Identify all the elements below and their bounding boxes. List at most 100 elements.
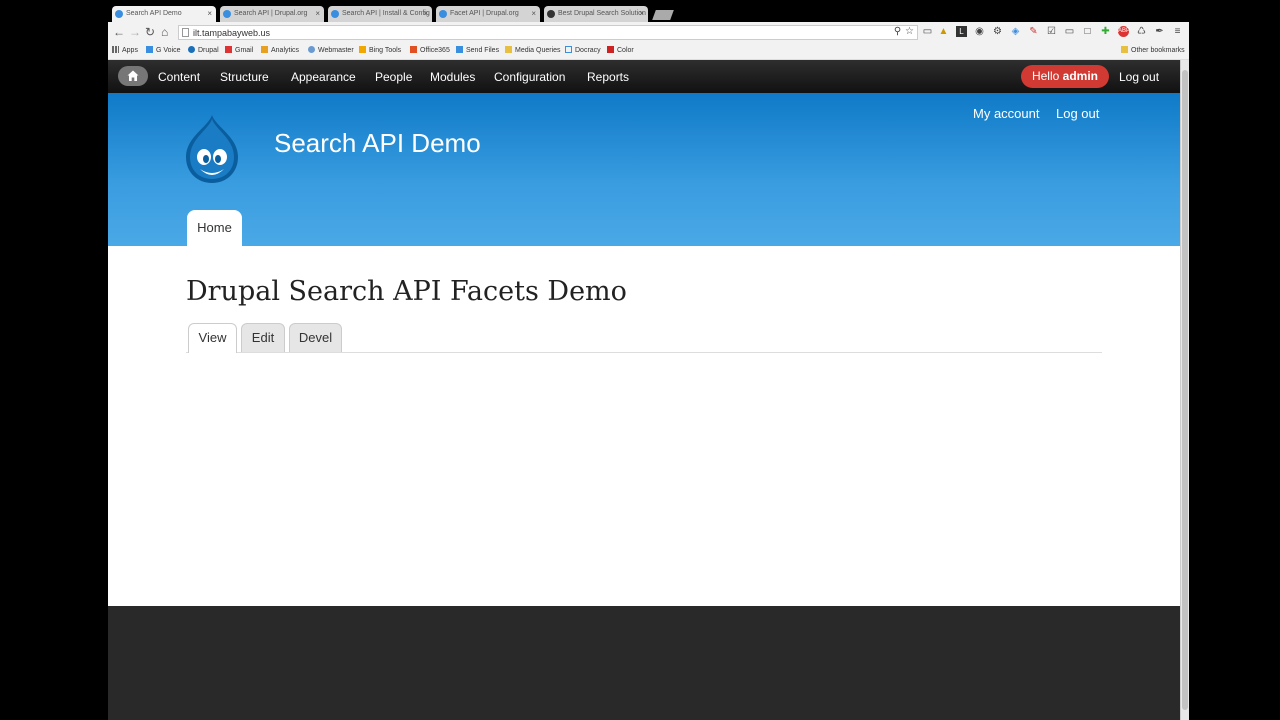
- home-icon: [127, 70, 139, 81]
- page-favicon-icon: [547, 10, 555, 18]
- drupal-logo[interactable]: [182, 113, 242, 185]
- close-icon[interactable]: ×: [315, 6, 320, 22]
- bookmark-label: Docracy: [575, 47, 601, 54]
- close-icon[interactable]: ×: [639, 6, 644, 22]
- menu-icon[interactable]: ≡: [1172, 26, 1183, 37]
- download-icon[interactable]: ▭: [922, 26, 933, 37]
- admin-menu-modules[interactable]: Modules: [430, 69, 475, 85]
- search-icon[interactable]: ⚲: [892, 26, 903, 37]
- tab-edit[interactable]: Edit: [241, 323, 285, 352]
- bookmark-item[interactable]: G Voice: [146, 46, 181, 56]
- bookmark-label: G Voice: [156, 47, 181, 54]
- bookmark-item[interactable]: Bing Tools: [359, 46, 401, 56]
- drupal-icon: [188, 46, 195, 53]
- site-footer: [108, 606, 1180, 720]
- admin-menu-configuration[interactable]: Configuration: [494, 69, 565, 85]
- admin-menu-structure[interactable]: Structure: [220, 69, 269, 85]
- bookmarks-bar: Apps G Voice Drupal Gmail Analytics Webm…: [108, 43, 1189, 60]
- browser-tab[interactable]: Search API | Install & Config ×: [328, 6, 432, 22]
- bookmark-label: Gmail: [235, 47, 254, 54]
- circle-extension-icon[interactable]: ◉: [974, 26, 985, 37]
- other-bookmarks-label: Other bookmarks: [1131, 47, 1185, 54]
- bookmark-item[interactable]: Analytics: [261, 46, 299, 56]
- bookmark-label: Apps: [122, 47, 138, 54]
- my-account-link[interactable]: My account: [973, 106, 1039, 121]
- hello-user-badge[interactable]: Hello admin: [1021, 65, 1109, 88]
- admin-logout-link[interactable]: Log out: [1119, 69, 1159, 85]
- drupal-favicon-icon: [439, 10, 447, 18]
- home-icon[interactable]: ⌂: [161, 25, 168, 39]
- bookmark-item[interactable]: Apps: [112, 46, 138, 56]
- tabs-divider: [186, 352, 1102, 353]
- admin-menu-content[interactable]: Content: [158, 69, 200, 85]
- admin-menu-reports[interactable]: Reports: [587, 69, 629, 85]
- browser-tab-strip: Search API Demo × Search API | Drupal.or…: [108, 0, 1189, 22]
- other-bookmarks[interactable]: Other bookmarks: [1121, 46, 1185, 56]
- bookmark-label: Analytics: [271, 47, 300, 54]
- browser-tab[interactable]: Search API Demo ×: [112, 6, 216, 22]
- bookmark-item[interactable]: Drupal: [188, 46, 219, 56]
- bookmark-item[interactable]: Color: [607, 46, 634, 56]
- new-tab-button[interactable]: [652, 10, 674, 20]
- back-arrow-icon[interactable]: ←: [113, 25, 125, 39]
- bookmark-item[interactable]: Send Files: [456, 46, 499, 56]
- folder-icon: [505, 46, 512, 53]
- tab-devel[interactable]: Devel: [289, 323, 342, 352]
- page-title: Drupal Search API Facets Demo: [186, 276, 627, 307]
- bookmark-label: Bing Tools: [369, 47, 402, 54]
- forward-arrow-icon[interactable]: →: [129, 25, 141, 39]
- close-icon[interactable]: ×: [531, 6, 536, 22]
- main-content: Drupal Search API Facets Demo View Edit …: [108, 246, 1180, 606]
- bookmark-item[interactable]: Office365: [410, 46, 450, 56]
- admin-home-button[interactable]: [118, 66, 148, 86]
- window-extension-icon[interactable]: ▭: [1064, 26, 1075, 37]
- browser-toolbar: ← → ↻ ⌂ ilt.tampabayweb.us ⚲ ☆ ▭ ▲ L ◉ ⚙…: [108, 22, 1189, 43]
- tab-view[interactable]: View: [188, 323, 237, 353]
- pen-extension-icon[interactable]: ✒: [1154, 26, 1165, 37]
- main-menu-home-tab[interactable]: Home: [187, 210, 242, 246]
- gear-icon[interactable]: ⚙: [992, 26, 1003, 37]
- browser-tab[interactable]: Best Drupal Search Solution ×: [544, 6, 648, 22]
- drupal-favicon-icon: [331, 10, 339, 18]
- bookmark-item[interactable]: Webmaster: [308, 46, 354, 56]
- gmail-icon: [225, 46, 232, 53]
- reload-icon[interactable]: ↻: [145, 25, 155, 39]
- plus-extension-icon[interactable]: ✚: [1100, 26, 1111, 37]
- drupal-favicon-icon: [115, 10, 123, 18]
- bookmark-item[interactable]: Media Queries: [505, 46, 561, 56]
- scrollbar-thumb[interactable]: [1182, 70, 1188, 710]
- site-header: Search API Demo My account Log out Home: [108, 93, 1180, 246]
- hello-prefix: Hello: [1031, 69, 1060, 83]
- browser-tab-label: Search API Demo: [126, 10, 182, 17]
- admin-menu-appearance[interactable]: Appearance: [291, 69, 356, 85]
- star-icon[interactable]: ☆: [904, 26, 915, 37]
- sendfiles-icon: [456, 46, 463, 53]
- header-logout-link[interactable]: Log out: [1056, 106, 1099, 121]
- l-extension-icon[interactable]: L: [956, 26, 967, 37]
- browser-tab[interactable]: Search API | Drupal.org ×: [220, 6, 324, 22]
- browser-tab-label: Search API | Install & Config: [342, 10, 430, 17]
- page-scrollbar[interactable]: [1180, 60, 1189, 720]
- color-icon: [607, 46, 614, 53]
- bookmark-label: Office365: [420, 47, 450, 54]
- bookmark-item[interactable]: Gmail: [225, 46, 253, 56]
- apps-icon: [112, 46, 119, 53]
- browser-tab[interactable]: Facet API | Drupal.org ×: [436, 6, 540, 22]
- pin-extension-icon[interactable]: ✎: [1028, 26, 1039, 37]
- adblock-icon[interactable]: ABP: [1118, 26, 1130, 37]
- bookmark-item[interactable]: Docracy: [565, 46, 601, 56]
- address-bar[interactable]: ilt.tampabayweb.us: [178, 25, 918, 40]
- globe-extension-icon[interactable]: ◈: [1010, 26, 1021, 37]
- admin-menu-people[interactable]: People: [375, 69, 412, 85]
- recycle-extension-icon[interactable]: ♺: [1136, 26, 1147, 37]
- checkbox-extension-icon[interactable]: ☑: [1046, 26, 1057, 37]
- analytics-icon: [261, 46, 268, 53]
- close-icon[interactable]: ×: [207, 6, 212, 22]
- close-icon[interactable]: ×: [423, 6, 428, 22]
- office-icon: [410, 46, 417, 53]
- site-name[interactable]: Search API Demo: [274, 128, 481, 158]
- lock-icon[interactable]: ▲: [938, 26, 949, 37]
- square-extension-icon[interactable]: □: [1082, 26, 1093, 37]
- browser-tab-label: Best Drupal Search Solution: [558, 10, 646, 17]
- voice-icon: [146, 46, 153, 53]
